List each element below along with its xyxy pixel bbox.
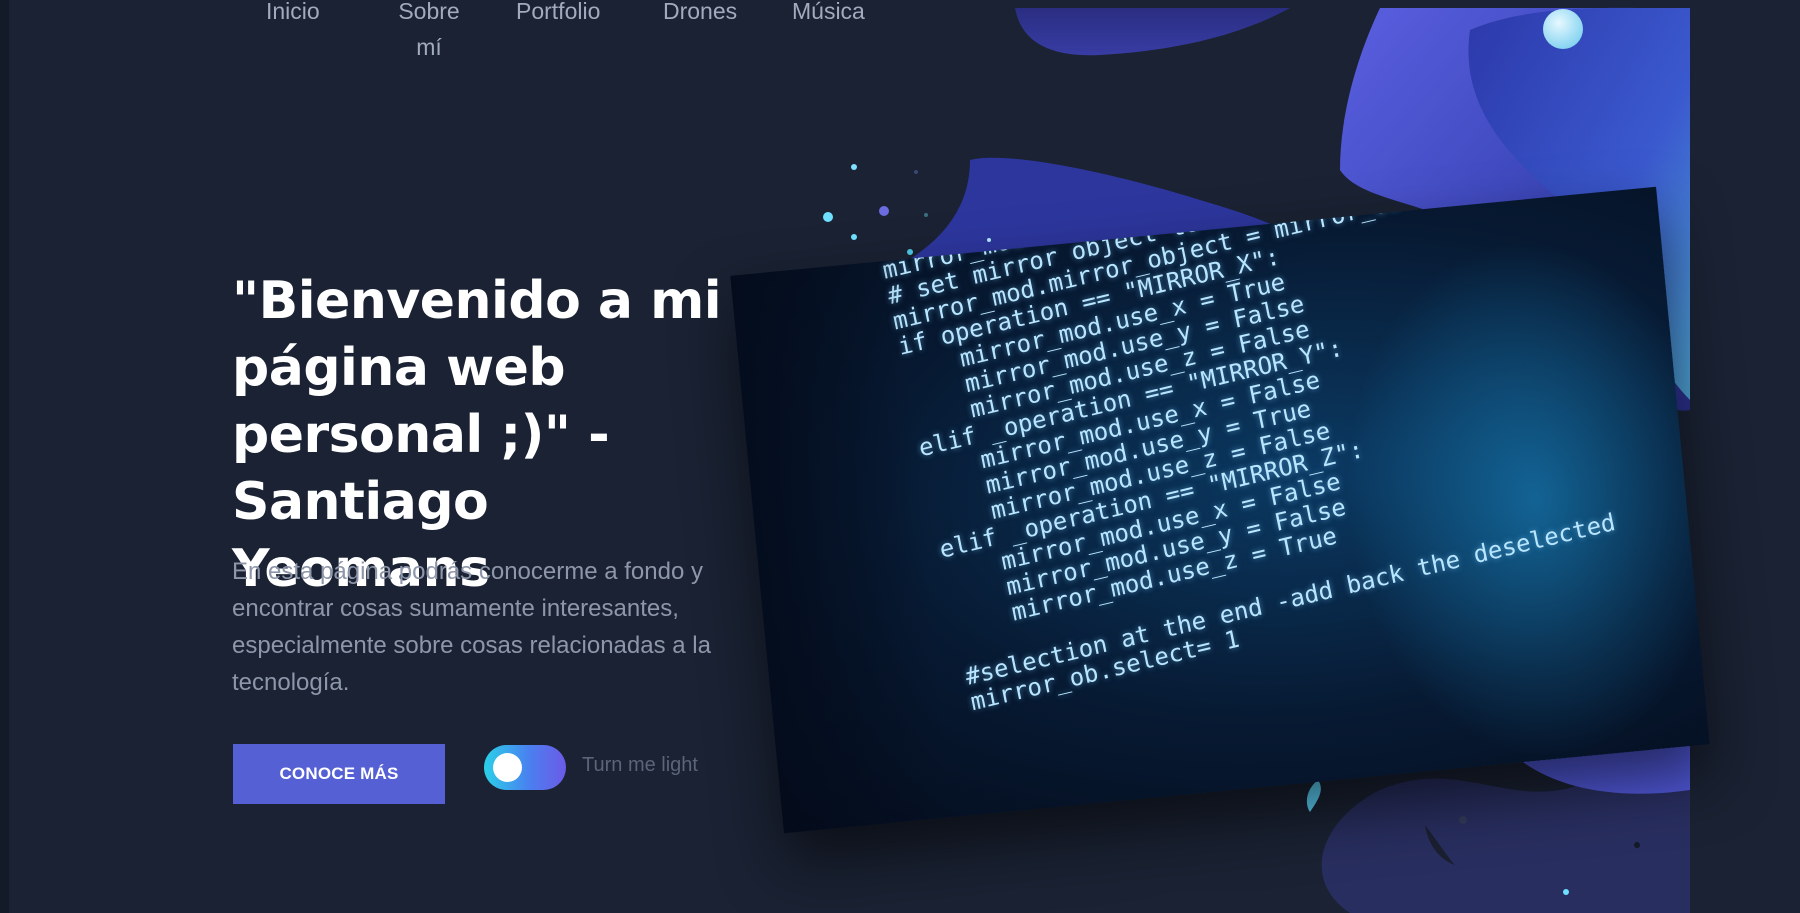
code-screenshot-image: mirror_mod = modifier_ob.modifiers.new("…	[730, 186, 1710, 834]
nav-item-sobre-mi[interactable]: Sobre mí	[394, 0, 464, 65]
nav-item-portfolio[interactable]: Portfolio	[516, 0, 600, 29]
nav-item-drones[interactable]: Drones	[663, 0, 737, 29]
conoce-mas-button[interactable]: CONOCE MÁS	[233, 744, 445, 804]
landing-page: mirror_mod = modifier_ob.modifiers.new("…	[0, 0, 1800, 913]
toggle-label: Turn me light	[582, 754, 698, 776]
toggle-knob	[493, 753, 522, 782]
nav-item-musica[interactable]: Música	[792, 0, 865, 29]
page-edge	[0, 0, 9, 913]
theme-toggle[interactable]	[484, 745, 566, 790]
nav-item-inicio[interactable]: Inicio	[266, 0, 320, 29]
hero-description: En esta página podrás conocerme a fondo …	[232, 558, 711, 696]
